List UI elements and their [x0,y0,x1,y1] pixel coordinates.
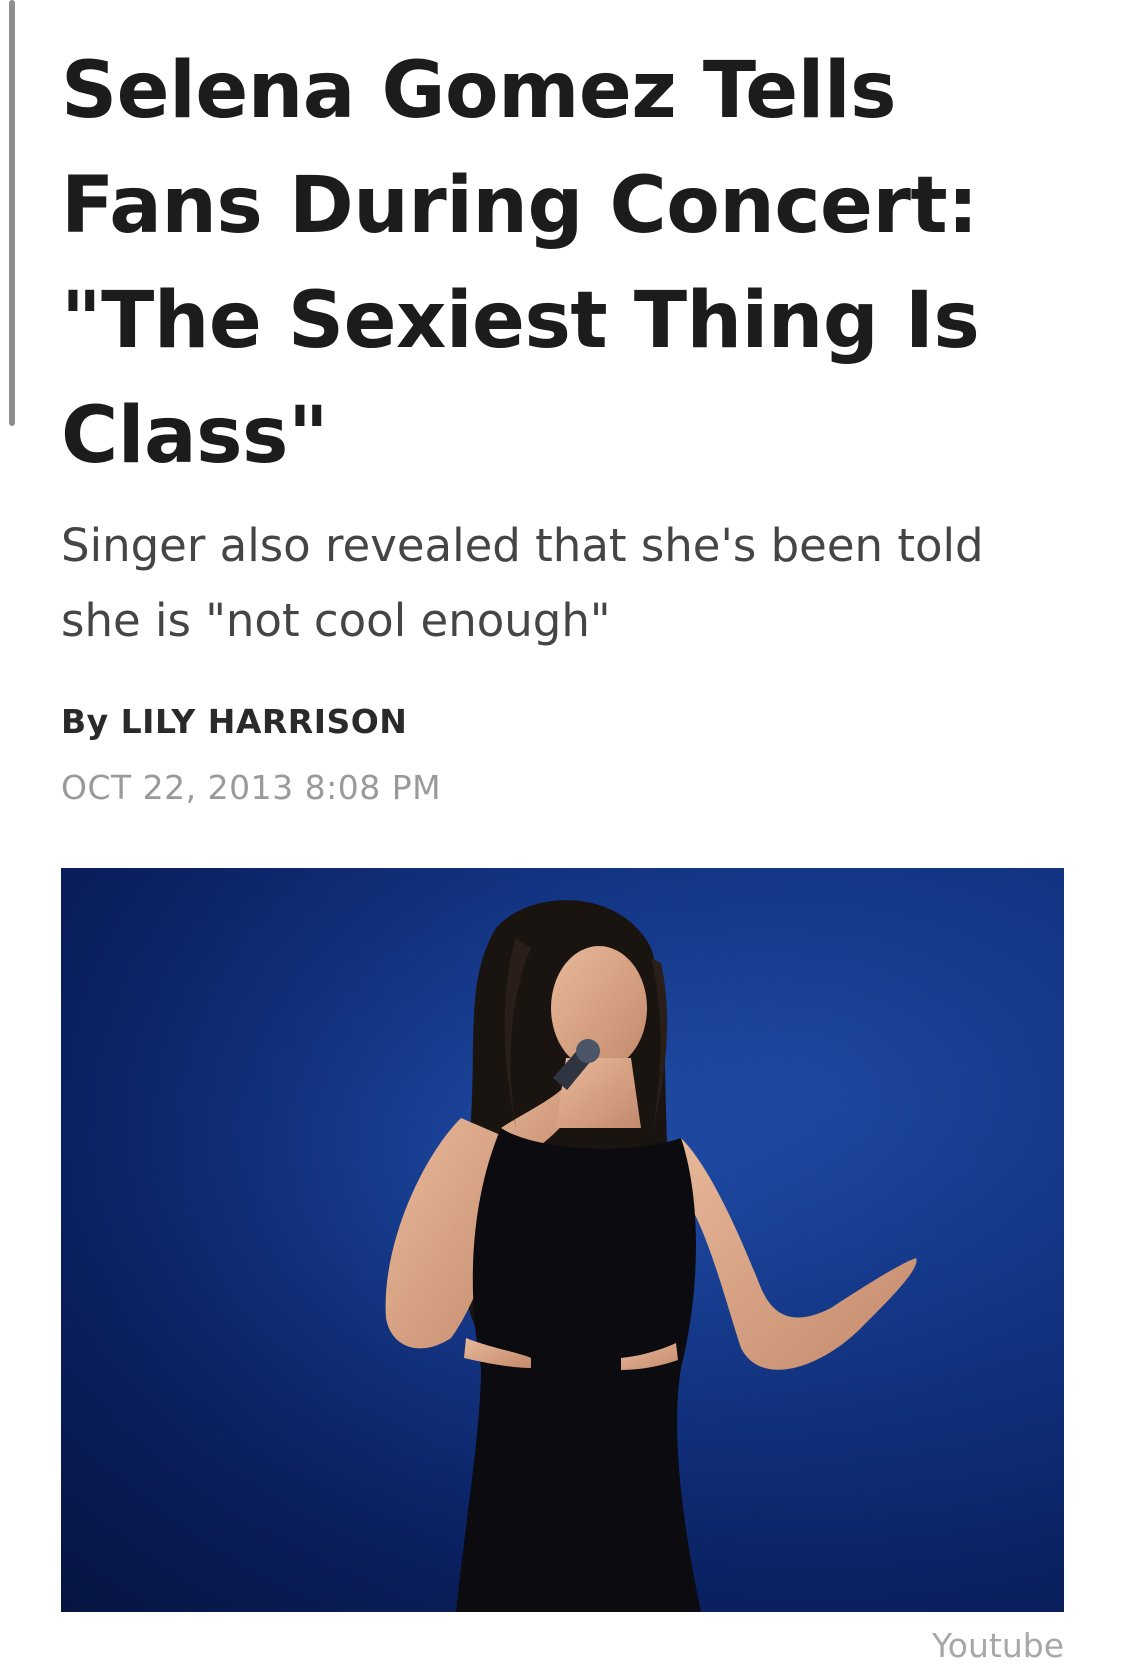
article: Selena Gomez Tells Fans During Concert: … [61,0,1064,808]
article-subheadline: Singer also revealed that she's been tol… [61,519,984,647]
article-headline: Selena Gomez Tells Fans During Concert: … [61,46,980,481]
hero-image[interactable] [61,868,1064,1612]
concert-photo [61,868,1064,1612]
article-byline[interactable]: By LILY HARRISON [61,702,1064,742]
article-date: OCT 22, 2013 8:08 PM [61,768,442,807]
scroll-indicator[interactable] [9,0,15,426]
image-credit: Youtube [932,1626,1064,1665]
